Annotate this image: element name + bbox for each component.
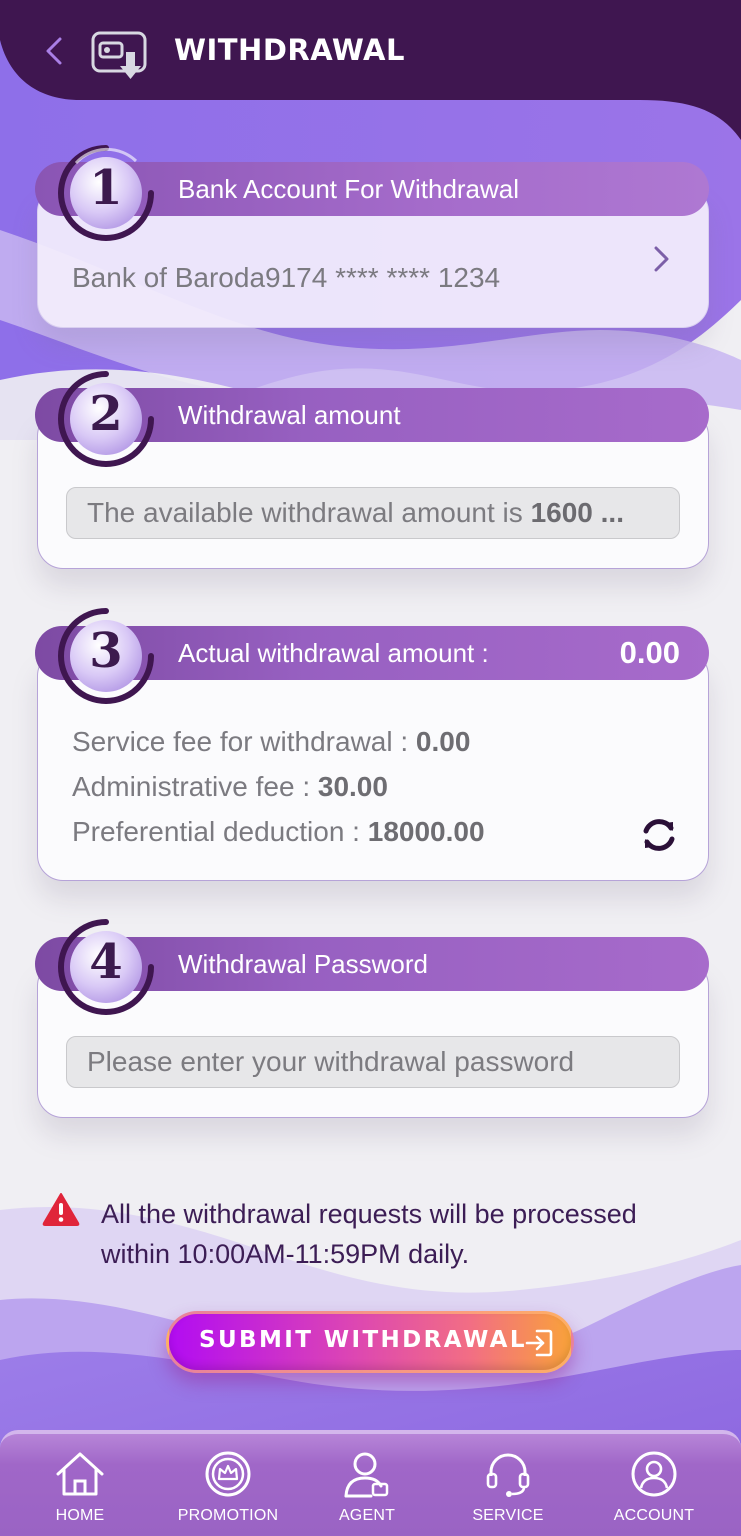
withdrawal-amount-input[interactable]: The available withdrawal amount is 1600 … [66,487,680,539]
preferential-deduction-value: 18000.00 [367,816,485,847]
nav-item-promotion[interactable]: PROMOTION [158,1450,298,1536]
headset-icon [486,1453,530,1497]
nav-label-service: SERVICE [472,1507,544,1524]
service-fee-value: 0.00 [415,726,471,757]
user-icon [631,1451,677,1497]
crown-icon [205,1451,251,1497]
app-header: WITHDRAWAL [0,0,741,100]
amount-prefix: The available withdrawal amount is [87,497,531,528]
nav-label-home: HOME [55,1507,105,1524]
nav-item-service[interactable]: SERVICE [438,1450,578,1536]
nav-label-promotion: PROMOTION [177,1507,279,1524]
step-3-number: 3 [89,623,123,679]
notice-text: All the withdrawal requests will be proc… [101,1199,637,1269]
step-4-number: 4 [89,934,123,990]
step-2-number: 2 [89,386,123,442]
home-icon [56,1452,104,1496]
nav-item-account[interactable]: ACCOUNT [584,1450,724,1536]
nav-label-agent: AGENT [338,1507,396,1524]
submit-withdrawal-button[interactable]: SUBMIT WITHDRAWAL [166,1311,574,1373]
nav-item-agent[interactable]: AGENT [297,1450,437,1536]
page-title: WITHDRAWAL [174,33,405,67]
withdrawal-password-input[interactable] [87,1046,659,1078]
preferential-deduction-label: Preferential deduction : [72,816,368,847]
step-4-badge: 4 [56,917,156,1017]
service-fee-line: Service fee for withdrawal : 0.00 [72,726,470,758]
step-4-title: Withdrawal Password [178,949,428,979]
preferential-deduction-line: Preferential deduction : 18000.00 [72,816,485,848]
step-1-badge: 1 [56,143,156,243]
step-2-title: Withdrawal amount [178,400,401,430]
service-fee-label: Service fee for withdrawal : [72,726,416,757]
administrative-fee-value: 30.00 [317,771,388,802]
back-chevron-icon[interactable] [40,34,68,68]
agent-icon [344,1452,389,1498]
refresh-icon[interactable] [638,814,680,856]
step-3-badge: 3 [56,606,156,706]
submit-withdrawal-label: SUBMIT WITHDRAWAL [199,1327,527,1353]
actual-amount-value: 0.00 [619,635,680,670]
step-2-badge: 2 [56,369,156,469]
chevron-right-icon[interactable] [650,244,674,274]
withdraw-wallet-icon [91,31,147,79]
withdrawal-password-field[interactable] [66,1036,680,1088]
step-1-number: 1 [89,160,123,216]
step-1-title: Bank Account For Withdrawal [178,174,520,204]
login-arrow-icon [525,1329,553,1357]
administrative-fee-label: Administrative fee : [72,771,318,802]
step-3-title: Actual withdrawal amount : [178,638,489,668]
nav-label-account: ACCOUNT [613,1507,695,1524]
nav-item-home[interactable]: HOME [10,1450,150,1536]
bottom-navigation: HOME PROMOTION AGENT SERVICE ACCOUNT [0,1430,741,1536]
amount-available-value: 1600 ... [530,497,624,528]
bank-account-value: Bank of Baroda9174 **** **** 1234 [72,262,501,293]
warning-icon [42,1193,80,1226]
administrative-fee-line: Administrative fee : 30.00 [72,771,388,803]
